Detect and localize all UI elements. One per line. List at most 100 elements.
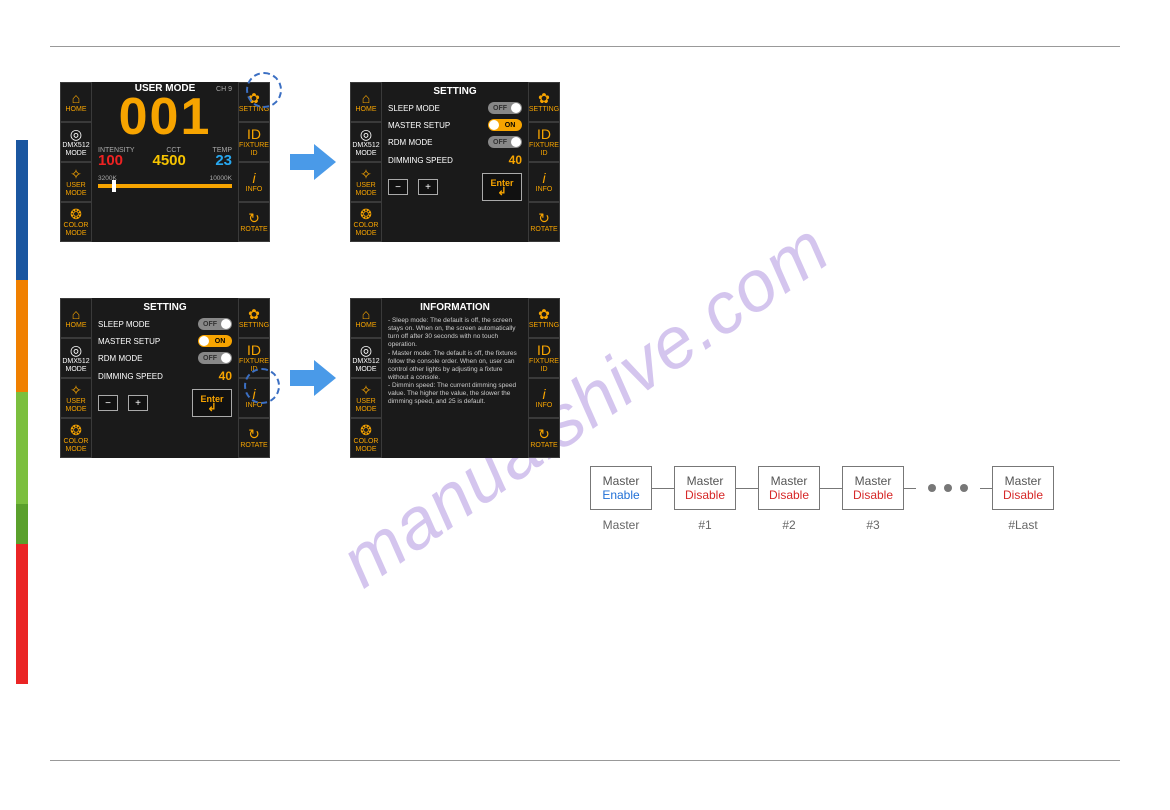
rotate-button[interactable]: ↻ROTATE bbox=[238, 202, 270, 242]
user-icon: ✧ bbox=[360, 383, 372, 397]
home-button[interactable]: ⌂HOME bbox=[60, 298, 92, 338]
chain-node-master: MasterEnable Master bbox=[590, 466, 652, 532]
home-icon: ⌂ bbox=[362, 91, 370, 105]
dmx-mode-button[interactable]: ◎DMX512 MODE bbox=[350, 122, 382, 162]
rdm-mode-toggle[interactable]: OFF bbox=[198, 352, 232, 364]
screen-setting-2: ⌂HOME ◎DMX512 MODE ✧USER MODE ❂COLOR MOD… bbox=[60, 298, 270, 458]
rdm-mode-toggle[interactable]: OFF bbox=[488, 136, 522, 148]
slider-max-label: 10000K bbox=[210, 175, 232, 182]
chain-node-3: MasterDisable #3 bbox=[842, 466, 904, 532]
info-icon: i bbox=[252, 171, 255, 185]
user-mode-button[interactable]: ✧USER MODE bbox=[350, 378, 382, 418]
rdm-mode-label: RDM MODE bbox=[388, 138, 432, 147]
right-sidebar: ✿SETTING IDFIXTURE ID iINFO ↻ROTATE bbox=[528, 82, 560, 242]
user-mode-button[interactable]: ✧USER MODE bbox=[60, 162, 92, 202]
color-mode-button[interactable]: ❂COLOR MODE bbox=[350, 202, 382, 242]
left-sidebar: ⌂HOME ◎DMX512 MODE ✧USER MODE ❂COLOR MOD… bbox=[350, 82, 382, 242]
master-setup-toggle[interactable]: ON bbox=[488, 119, 522, 131]
id-icon: ID bbox=[537, 343, 551, 357]
fixture-id-button[interactable]: IDFIXTURE ID bbox=[528, 338, 560, 378]
divider-top bbox=[50, 46, 1120, 47]
slider-knob[interactable] bbox=[112, 180, 116, 192]
highlight-circle-setting bbox=[246, 72, 282, 108]
dmx-icon: ◎ bbox=[360, 127, 372, 141]
rotate-button[interactable]: ↻ROTATE bbox=[528, 418, 560, 458]
id-icon: ID bbox=[247, 343, 261, 357]
arrow-icon bbox=[290, 360, 336, 396]
gear-icon: ✿ bbox=[248, 307, 260, 321]
rotate-icon: ↻ bbox=[248, 427, 260, 441]
screen-user-mode: ⌂HOME ◎DMX512 MODE ✧USER MODE ❂COLOR MOD… bbox=[60, 82, 270, 242]
user-icon: ✧ bbox=[70, 383, 82, 397]
setting-button[interactable]: ✿SETTING bbox=[528, 298, 560, 338]
master-setup-toggle[interactable]: ON bbox=[198, 335, 232, 347]
color-icon: ❂ bbox=[360, 423, 372, 437]
plus-button[interactable]: + bbox=[128, 395, 148, 411]
info-icon: i bbox=[542, 387, 545, 401]
info-button[interactable]: iINFO bbox=[528, 378, 560, 418]
enter-button[interactable]: Enter↲ bbox=[192, 389, 232, 417]
color-icon: ❂ bbox=[70, 207, 82, 221]
color-icon: ❂ bbox=[360, 207, 372, 221]
panel-title: INFORMATION bbox=[388, 302, 522, 313]
setting-button[interactable]: ✿SETTING bbox=[238, 298, 270, 338]
rdm-mode-label: RDM MODE bbox=[98, 354, 142, 363]
plus-button[interactable]: + bbox=[418, 179, 438, 195]
sleep-mode-toggle[interactable]: OFF bbox=[488, 102, 522, 114]
arrow-icon bbox=[290, 144, 336, 180]
chain-ellipsis bbox=[928, 484, 968, 492]
info-button[interactable]: iINFO bbox=[238, 162, 270, 202]
home-icon: ⌂ bbox=[72, 91, 80, 105]
chain-node-2: MasterDisable #2 bbox=[758, 466, 820, 532]
rotate-icon: ↻ bbox=[538, 427, 550, 441]
dmx-mode-button[interactable]: ◎DMX512 MODE bbox=[350, 338, 382, 378]
dmx-mode-button[interactable]: ◎DMX512 MODE bbox=[60, 338, 92, 378]
cct-slider[interactable]: 3200K10000K bbox=[98, 175, 232, 191]
chain-node-last: MasterDisable #Last bbox=[992, 466, 1054, 532]
color-mode-button[interactable]: ❂COLOR MODE bbox=[350, 418, 382, 458]
chain-link bbox=[652, 488, 674, 510]
home-button[interactable]: ⌂HOME bbox=[60, 82, 92, 122]
chain-link bbox=[904, 488, 916, 510]
chain-label: #3 bbox=[866, 518, 879, 532]
color-mode-button[interactable]: ❂COLOR MODE bbox=[60, 418, 92, 458]
dimming-speed-label: DIMMING SPEED bbox=[98, 372, 163, 381]
info-button[interactable]: iINFO bbox=[528, 162, 560, 202]
minus-button[interactable]: − bbox=[388, 179, 408, 195]
minus-button[interactable]: − bbox=[98, 395, 118, 411]
chain-node-1: MasterDisable #1 bbox=[674, 466, 736, 532]
setting-button[interactable]: ✿SETTING bbox=[528, 82, 560, 122]
information-text: - Sleep mode: The default is off, the sc… bbox=[388, 317, 522, 406]
home-button[interactable]: ⌂HOME bbox=[350, 82, 382, 122]
dmx-icon: ◎ bbox=[360, 343, 372, 357]
left-sidebar: ⌂HOME ◎DMX512 MODE ✧USER MODE ❂COLOR MOD… bbox=[350, 298, 382, 458]
color-mode-button[interactable]: ❂COLOR MODE bbox=[60, 202, 92, 242]
sleep-mode-toggle[interactable]: OFF bbox=[198, 318, 232, 330]
user-mode-button[interactable]: ✧USER MODE bbox=[60, 378, 92, 418]
dmx-mode-button[interactable]: ◎DMX512 MODE bbox=[60, 122, 92, 162]
sleep-mode-label: SLEEP MODE bbox=[388, 104, 440, 113]
right-sidebar: ✿SETTING IDFIXTURE ID iINFO ↻ROTATE bbox=[528, 298, 560, 458]
color-strip-red bbox=[16, 544, 28, 684]
temp-value: 23 bbox=[215, 152, 232, 169]
dmx-icon: ◎ bbox=[70, 343, 82, 357]
rotate-button[interactable]: ↻ROTATE bbox=[528, 202, 560, 242]
chain-link bbox=[820, 488, 842, 510]
id-icon: ID bbox=[537, 127, 551, 141]
chain-label: #1 bbox=[698, 518, 711, 532]
intensity-value: 100 bbox=[98, 152, 123, 169]
rotate-button[interactable]: ↻ROTATE bbox=[238, 418, 270, 458]
panel-title: SETTING bbox=[98, 302, 232, 313]
user-icon: ✧ bbox=[360, 167, 372, 181]
fixture-id-button[interactable]: IDFIXTURE ID bbox=[238, 122, 270, 162]
master-chain-diagram: MasterEnable Master MasterDisable #1 Mas… bbox=[590, 466, 1054, 532]
home-button[interactable]: ⌂HOME bbox=[350, 298, 382, 338]
dimming-speed-value: 40 bbox=[219, 369, 232, 383]
user-icon: ✧ bbox=[70, 167, 82, 181]
chain-label: #Last bbox=[1008, 518, 1037, 532]
user-mode-button[interactable]: ✧USER MODE bbox=[350, 162, 382, 202]
master-setup-label: MASTER SETUP bbox=[388, 121, 450, 130]
enter-button[interactable]: Enter↲ bbox=[482, 173, 522, 201]
divider-bottom bbox=[50, 760, 1120, 761]
fixture-id-button[interactable]: IDFIXTURE ID bbox=[528, 122, 560, 162]
